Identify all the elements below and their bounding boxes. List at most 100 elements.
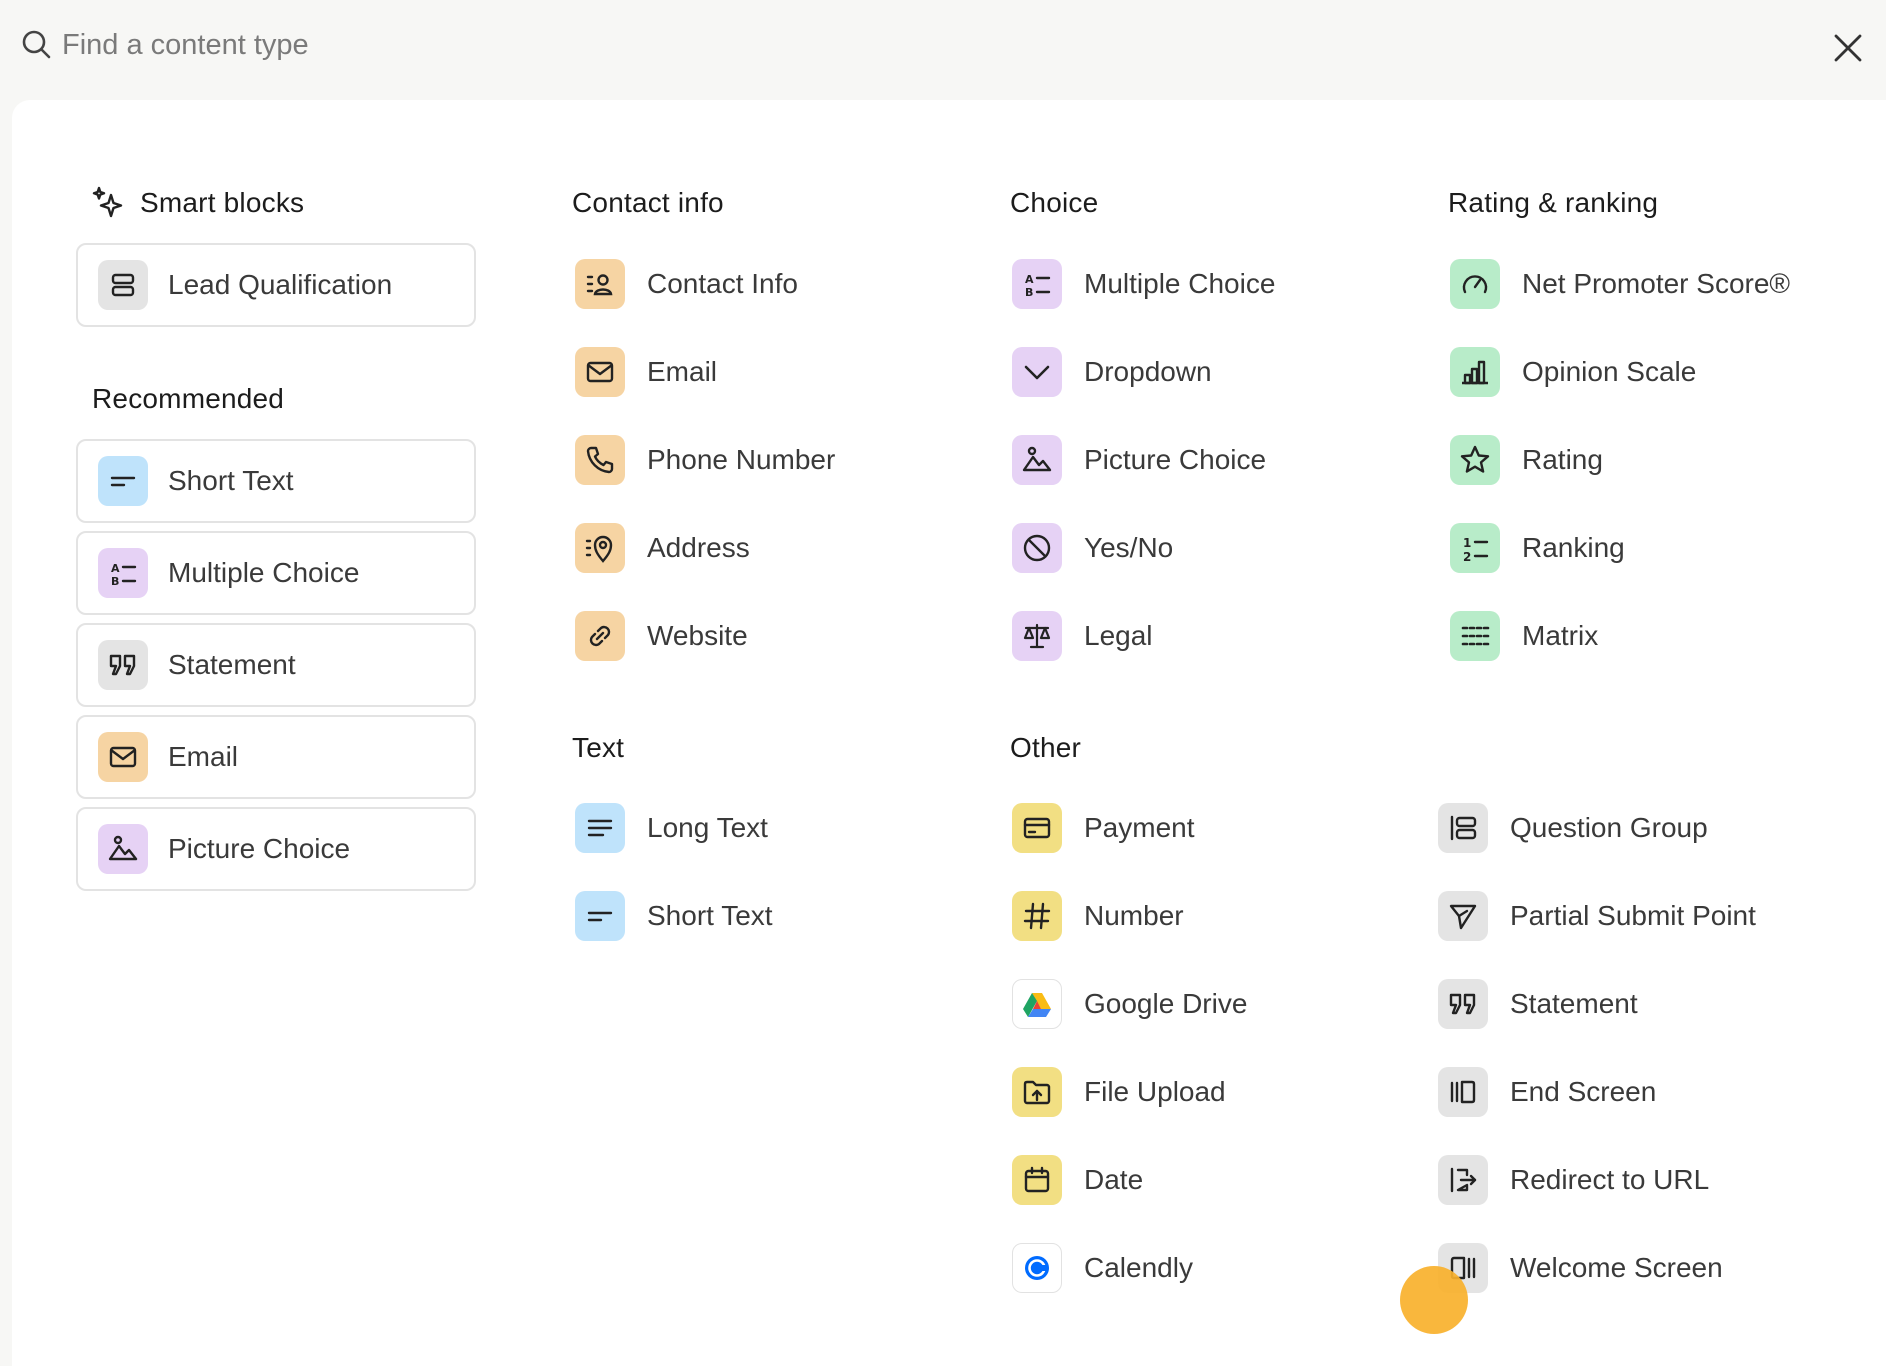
recommended-picture-choice[interactable]: Picture Choice	[76, 807, 476, 891]
quote-icon	[1438, 979, 1488, 1029]
svg-text:A: A	[111, 562, 120, 575]
item-label: Rating	[1522, 444, 1603, 475]
block-label: Multiple Choice	[168, 557, 360, 588]
item-website[interactable]: Website	[575, 606, 975, 666]
item-label: Question Group	[1510, 812, 1708, 843]
item-phone-number[interactable]: Phone Number	[575, 430, 975, 490]
close-icon[interactable]	[1830, 30, 1866, 66]
item-label: Welcome Screen	[1510, 1252, 1723, 1283]
item-label: Redirect to URL	[1510, 1164, 1710, 1195]
item-partial-submit-point[interactable]: Partial Submit Point	[1438, 886, 1838, 946]
item-redirect-to-url[interactable]: Redirect to URL	[1438, 1150, 1838, 1210]
item-dropdown[interactable]: Dropdown	[1012, 342, 1412, 402]
search-bar	[0, 0, 1886, 100]
calendar-icon	[1012, 1155, 1062, 1205]
quote-icon	[98, 640, 148, 690]
contact-card-icon	[575, 259, 625, 309]
item-yes-no[interactable]: Yes/No	[1012, 518, 1412, 578]
item-file-upload[interactable]: File Upload	[1012, 1062, 1412, 1122]
item-contact-info[interactable]: Contact Info	[575, 254, 975, 314]
item-label: Number	[1084, 900, 1184, 931]
item-label: Contact Info	[647, 268, 798, 299]
item-long-text[interactable]: Long Text	[575, 798, 975, 858]
matrix-icon	[1450, 611, 1500, 661]
search-icon	[22, 30, 51, 59]
section-title-rating-ranking: Rating & ranking	[1448, 187, 1659, 218]
send-icon	[1438, 891, 1488, 941]
item-label: Phone Number	[647, 444, 836, 475]
item-label: Yes/No	[1084, 532, 1174, 563]
item-rating[interactable]: Rating	[1450, 430, 1850, 490]
item-google-drive[interactable]: Google Drive	[1012, 974, 1412, 1034]
item-label: Partial Submit Point	[1510, 900, 1756, 931]
item-label: Matrix	[1522, 620, 1599, 651]
hash-icon	[1012, 891, 1062, 941]
item-opinion-scale[interactable]: Opinion Scale	[1450, 342, 1850, 402]
item-label: Calendly	[1084, 1252, 1193, 1283]
item-label: End Screen	[1510, 1076, 1657, 1107]
item-payment[interactable]: Payment	[1012, 798, 1412, 858]
section-title-recommended: Recommended	[92, 383, 285, 414]
item-ranking[interactable]: 12 Ranking	[1450, 518, 1850, 578]
recommended-statement[interactable]: Statement	[76, 623, 476, 707]
recommended-email[interactable]: Email	[76, 715, 476, 799]
ranking-icon: 12	[1450, 523, 1500, 573]
section-title-choice: Choice	[1010, 187, 1099, 218]
bar-scale-icon	[1450, 347, 1500, 397]
item-end-screen[interactable]: End Screen	[1438, 1062, 1838, 1122]
item-matrix[interactable]: Matrix	[1450, 606, 1850, 666]
item-label: Net Promoter Score®	[1522, 268, 1791, 299]
block-label: Lead Qualification	[168, 269, 393, 300]
item-short-text[interactable]: Short Text	[575, 886, 975, 946]
item-label: Opinion Scale	[1522, 356, 1697, 387]
calendly-icon	[1012, 1243, 1062, 1293]
item-label: Long Text	[647, 812, 768, 843]
block-label: Picture Choice	[168, 833, 351, 864]
item-label: Statement	[1510, 988, 1638, 1019]
svg-text:B: B	[1025, 286, 1033, 299]
block-label: Statement	[168, 649, 296, 680]
phone-icon	[575, 435, 625, 485]
item-question-group[interactable]: Question Group	[1438, 798, 1838, 858]
sparkle-icon	[92, 186, 123, 218]
item-label: Short Text	[647, 900, 773, 931]
item-label: Payment	[1084, 812, 1195, 843]
block-lead-qualification[interactable]: Lead Qualification	[76, 243, 476, 327]
item-number[interactable]: Number	[1012, 886, 1412, 946]
item-label: Multiple Choice	[1084, 268, 1276, 299]
item-net-promoter-score[interactable]: Net Promoter Score®	[1450, 254, 1850, 314]
item-welcome-screen[interactable]: Welcome Screen	[1438, 1238, 1838, 1298]
item-label: Date	[1084, 1164, 1144, 1195]
block-label: Short Text	[168, 465, 294, 496]
item-email[interactable]: Email	[575, 342, 975, 402]
item-date[interactable]: Date	[1012, 1150, 1412, 1210]
item-picture-choice[interactable]: Picture Choice	[1012, 430, 1412, 490]
item-label: Google Drive	[1084, 988, 1248, 1019]
item-calendly[interactable]: Calendly	[1012, 1238, 1412, 1298]
recommended-short-text[interactable]: Short Text	[76, 439, 476, 523]
question-group-icon	[1438, 803, 1488, 853]
item-statement[interactable]: Statement	[1438, 974, 1838, 1034]
short-text-icon	[575, 891, 625, 941]
item-label: Picture Choice	[1084, 444, 1267, 475]
svg-text:A: A	[1025, 273, 1034, 286]
envelope-icon	[575, 347, 625, 397]
item-address[interactable]: Address	[575, 518, 975, 578]
chevron-down-icon	[1012, 347, 1062, 397]
folder-upload-icon	[1012, 1067, 1062, 1117]
recommended-multiple-choice[interactable]: AB Multiple Choice	[76, 531, 476, 615]
map-pin-icon	[575, 523, 625, 573]
scales-icon	[1012, 611, 1062, 661]
block-label: Email	[168, 741, 239, 772]
section-title-contact-info: Contact info	[572, 187, 724, 218]
item-legal[interactable]: Legal	[1012, 606, 1412, 666]
item-multiple-choice[interactable]: AB Multiple Choice	[1012, 254, 1412, 314]
item-label: Ranking	[1522, 532, 1625, 563]
short-text-icon	[98, 456, 148, 506]
search-input[interactable]	[62, 20, 1662, 70]
gauge-icon	[1450, 259, 1500, 309]
svg-text:1: 1	[1463, 536, 1471, 550]
envelope-icon	[98, 732, 148, 782]
picture-icon	[1012, 435, 1062, 485]
yes-no-icon	[1012, 523, 1062, 573]
